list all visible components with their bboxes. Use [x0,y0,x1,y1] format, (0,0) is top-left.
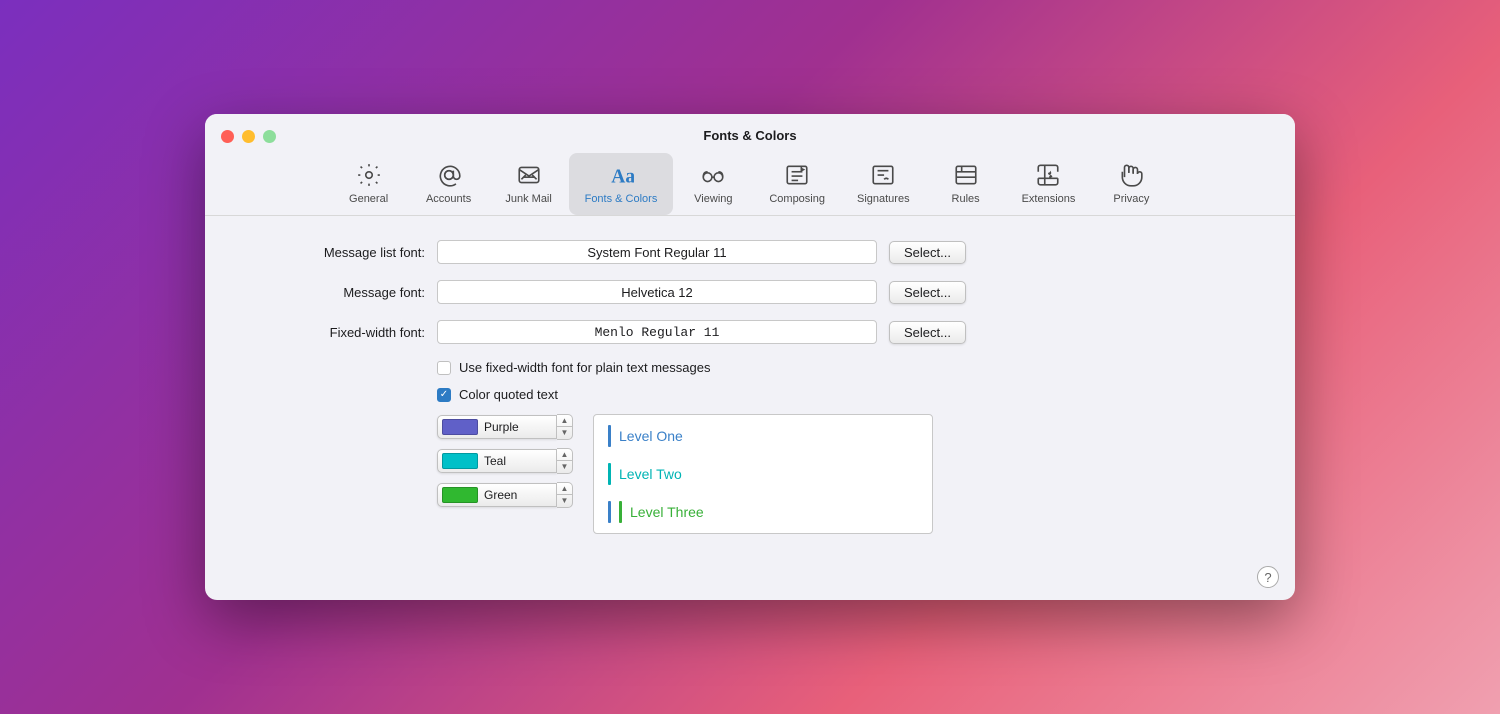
preview-level-three: Level Three [608,501,918,523]
fixed-width-font-display: Menlo Regular 11 [437,320,877,344]
compose-icon [784,161,810,189]
arrow-down-green[interactable]: ▼ [557,495,572,507]
signatures-label: Signatures [857,193,910,205]
arrow-down-purple[interactable]: ▼ [557,427,572,439]
color-quoted-checkbox[interactable]: ✓ [437,388,451,402]
titlebar: Fonts & Colors General [205,114,1295,216]
window-title: Fonts & Colors [703,128,796,143]
privacy-label: Privacy [1113,193,1149,205]
toolbar-rules[interactable]: Rules [926,153,1006,215]
junkmail-label: Junk Mail [505,193,551,205]
gear-icon [356,161,382,189]
zoom-button[interactable] [263,130,276,143]
toolbar-general[interactable]: General [329,153,409,215]
color-picker-green[interactable]: Green [437,483,557,507]
svg-text:Aa: Aa [611,167,634,188]
general-label: General [349,193,388,205]
color-name-teal: Teal [484,454,550,468]
color-name-green: Green [484,488,550,502]
color-picker-teal[interactable]: Teal [437,449,557,473]
color-section: Purple ▲ ▼ Teal ▲ ▼ [437,414,1255,534]
message-list-font-display: System Font Regular 11 [437,240,877,264]
toolbar: General Accounts [329,153,1172,215]
fixed-width-checkbox-label: Use fixed-width font for plain text mess… [459,360,710,375]
fixed-width-font-row: Fixed-width font: Menlo Regular 11 Selec… [245,320,1255,344]
stepper-green[interactable]: ▲ ▼ [557,482,573,508]
message-list-font-row: Message list font: System Font Regular 1… [245,240,1255,264]
rules-icon [953,161,979,189]
color-swatch-green [442,487,478,503]
arrow-up-teal[interactable]: ▲ [557,449,572,461]
toolbar-junkmail[interactable]: Junk Mail [489,153,569,215]
stepper-teal[interactable]: ▲ ▼ [557,448,573,474]
minimize-button[interactable] [242,130,255,143]
toolbar-composing[interactable]: Composing [753,153,841,215]
toolbar-privacy[interactable]: Privacy [1091,153,1171,215]
glasses-icon [700,161,726,189]
fixed-width-checkbox[interactable] [437,361,451,375]
color-row-teal: Teal ▲ ▼ [437,448,573,474]
color-swatch-teal [442,453,478,469]
signatures-icon [870,161,896,189]
content-area: Message list font: System Font Regular 1… [205,216,1295,558]
traffic-lights [221,130,276,143]
arrow-up-green[interactable]: ▲ [557,483,572,495]
preview-level-two: Level Two [608,463,918,485]
toolbar-signatures[interactable]: Signatures [841,153,926,215]
extensions-icon [1035,161,1061,189]
toolbar-fonts[interactable]: Aa Fonts & Colors [569,153,674,215]
color-list: Purple ▲ ▼ Teal ▲ ▼ [437,414,573,508]
level-one-text: Level One [619,428,683,444]
stepper-purple[interactable]: ▲ ▼ [557,414,573,440]
extensions-label: Extensions [1022,193,1076,205]
color-swatch-purple [442,419,478,435]
preview-level-one: Level One [608,425,918,447]
arrow-up-purple[interactable]: ▲ [557,415,572,427]
level-three-outer-bar [608,501,611,523]
toolbar-viewing[interactable]: Viewing [673,153,753,215]
message-font-label: Message font: [245,285,425,300]
at-icon [436,161,462,189]
level-three-text: Level Three [630,504,704,520]
message-font-row: Message font: Helvetica 12 Select... [245,280,1255,304]
junk-icon [516,161,542,189]
color-picker-purple[interactable]: Purple [437,415,557,439]
viewing-label: Viewing [694,193,732,205]
fixed-width-font-label: Fixed-width font: [245,325,425,340]
message-font-select[interactable]: Select... [889,281,966,304]
toolbar-extensions[interactable]: Extensions [1006,153,1092,215]
fixed-width-checkbox-row: Use fixed-width font for plain text mess… [437,360,1255,375]
level-two-text: Level Two [619,466,682,482]
fixed-width-font-select[interactable]: Select... [889,321,966,344]
color-row-purple: Purple ▲ ▼ [437,414,573,440]
preferences-window: Fonts & Colors General [205,114,1295,600]
color-quoted-checkbox-row: ✓ Color quoted text [437,387,1255,402]
fonts-icon: Aa [608,161,634,189]
toolbar-accounts[interactable]: Accounts [409,153,489,215]
bottom-bar: ? [205,558,1295,600]
level-two-bar [608,463,611,485]
message-font-display: Helvetica 12 [437,280,877,304]
fonts-label: Fonts & Colors [585,193,658,205]
color-quoted-checkbox-label: Color quoted text [459,387,558,402]
color-name-purple: Purple [484,420,550,434]
hand-icon [1118,161,1144,189]
level-three-inner-bar [619,501,622,523]
color-row-green: Green ▲ ▼ [437,482,573,508]
close-button[interactable] [221,130,234,143]
help-button[interactable]: ? [1257,566,1279,588]
accounts-label: Accounts [426,193,471,205]
composing-label: Composing [769,193,825,205]
message-list-font-select[interactable]: Select... [889,241,966,264]
message-list-font-label: Message list font: [245,245,425,260]
preview-box: Level One Level Two Level Three [593,414,933,534]
level-one-bar [608,425,611,447]
arrow-down-teal[interactable]: ▼ [557,461,572,473]
rules-label: Rules [952,193,980,205]
